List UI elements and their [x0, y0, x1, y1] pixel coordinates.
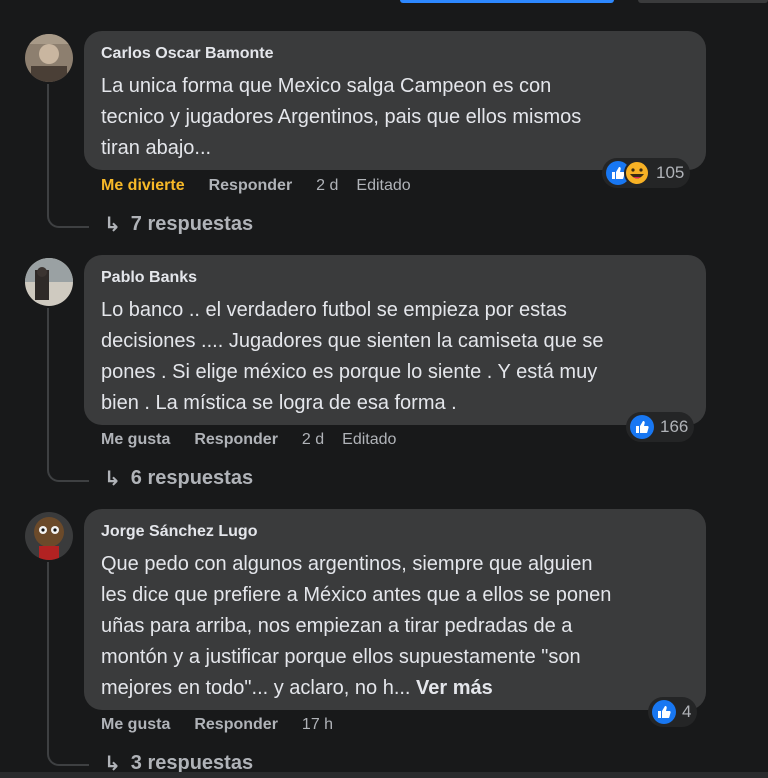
like-icon [652, 700, 676, 724]
reaction-count: 105 [656, 163, 685, 182]
reaction-summary[interactable]: 4 [648, 697, 698, 727]
reaction-count: 4 [682, 702, 692, 721]
comment-actions: Me gusta Responder 2 d Editado [101, 431, 414, 449]
comment-text: La unica forma que Mexico salga Campeon … [101, 71, 701, 164]
reply-button[interactable]: Responder [209, 177, 293, 195]
like-icon [630, 415, 654, 439]
comment-text-truncated: mejores en todo"... y aclaro, no h... [101, 677, 411, 699]
thread-curve [47, 212, 89, 228]
thread-line [47, 308, 49, 468]
like-button[interactable]: Me gusta [101, 716, 170, 734]
comment-timestamp[interactable]: 17 h [302, 716, 333, 734]
comment-text-line: La unica forma que Mexico salga Campeon … [101, 75, 552, 97]
comment-bubble: Carlos Oscar Bamonte La unica forma que … [84, 31, 706, 170]
comment-text-line: decisiones .... Jugadores que sienten la… [101, 330, 604, 352]
view-replies-link[interactable]: ↳ 6 respuestas [104, 466, 253, 491]
comment-actions: Me divierte Responder 2 d Editado [101, 177, 429, 195]
comment-timestamp[interactable]: 2 d [316, 177, 338, 195]
comment-text-line: uñas para arriba, nos empiezan a tirar p… [101, 615, 573, 637]
comment-author[interactable]: Carlos Oscar Bamonte [101, 45, 274, 63]
reply-arrow-icon: ↳ [104, 214, 121, 236]
comment-bubble: Pablo Banks Lo banco .. el verdadero fut… [84, 255, 706, 425]
comment-text-line: tecnico y jugadores Argentinos, pais que… [101, 106, 582, 128]
comment-text-line: Que pedo con algunos argentinos, siempre… [101, 553, 593, 575]
bottom-edge [0, 772, 768, 778]
reaction-count: 166 [660, 417, 689, 436]
comment-text-line: pones . Si elige méxico es porque lo sie… [101, 361, 598, 383]
reply-arrow-icon: ↳ [104, 468, 121, 490]
comment-text-line: Lo banco .. el verdadero futbol se empie… [101, 299, 567, 321]
edited-label: Editado [342, 431, 397, 448]
reply-button[interactable]: Responder [194, 716, 278, 734]
thread-curve [47, 466, 89, 482]
replies-count: 7 respuestas [130, 213, 254, 235]
edited-label: Editado [356, 177, 411, 194]
reaction-summary[interactable]: 166 [626, 412, 695, 442]
top-button-partial[interactable] [400, 0, 614, 3]
comment-timestamp[interactable]: 2 d [302, 431, 324, 449]
reaction-summary[interactable]: 105 [602, 158, 691, 188]
comment-text-line: les dice que prefiere a México antes que… [101, 584, 612, 606]
haha-icon [624, 160, 650, 186]
comment-text-line: mejores en todo"... y aclaro, no h... Ve… [101, 673, 701, 704]
see-more-link[interactable]: Ver más [416, 677, 493, 699]
view-replies-link[interactable]: ↳ 7 respuestas [104, 212, 253, 237]
like-button[interactable]: Me gusta [101, 431, 170, 449]
comment-actions: Me gusta Responder 17 h [101, 716, 351, 734]
comment-text-line: montón y a justificar porque ellos supue… [101, 646, 581, 668]
replies-count: 6 respuestas [130, 467, 254, 489]
comment-text: Que pedo con algunos argentinos, siempre… [101, 549, 701, 704]
thread-line [47, 84, 49, 214]
top-button-partial-secondary[interactable] [638, 0, 768, 3]
avatar[interactable] [25, 34, 73, 82]
thread-curve [47, 750, 89, 766]
react-button[interactable]: Me divierte [101, 177, 185, 195]
comment-author[interactable]: Jorge Sánchez Lugo [101, 523, 257, 541]
reply-button[interactable]: Responder [194, 431, 278, 449]
comment-bubble: Jorge Sánchez Lugo Que pedo con algunos … [84, 509, 706, 710]
comment-text: Lo banco .. el verdadero futbol se empie… [101, 295, 701, 419]
comment-text-line: bien . La mística se logra de esa forma … [101, 392, 457, 414]
thread-line [47, 562, 49, 752]
avatar[interactable] [25, 258, 73, 306]
comment-author[interactable]: Pablo Banks [101, 269, 197, 287]
avatar[interactable] [25, 512, 73, 560]
